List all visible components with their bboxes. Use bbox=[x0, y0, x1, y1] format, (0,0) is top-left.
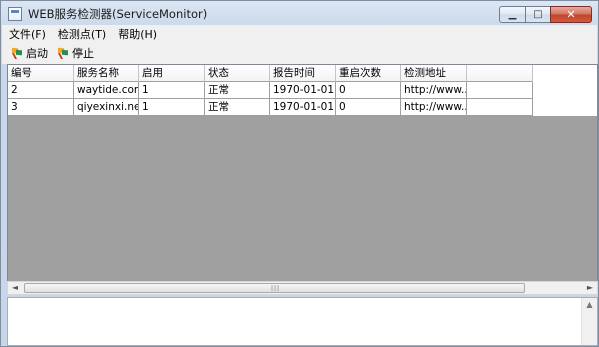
cell-enabled[interactable]: 1 bbox=[139, 82, 205, 99]
grip-icon: ||| bbox=[271, 285, 281, 292]
cell-report-time[interactable]: 1970-01-01 ... bbox=[270, 82, 336, 99]
stop-button[interactable]: 停止 bbox=[52, 45, 98, 61]
cell-report-time[interactable]: 1970-01-01 ... bbox=[270, 99, 336, 116]
grid-header: 编号 服务名称 启用 状态 报告时间 重启次数 检测地址 bbox=[8, 65, 597, 82]
cell-status[interactable]: 正常 bbox=[205, 99, 270, 116]
minimize-button[interactable]: ▁ bbox=[499, 6, 525, 23]
cell-service-name[interactable]: qiyexinxi.net bbox=[74, 99, 139, 116]
column-header-report-time[interactable]: 报告时间 bbox=[270, 65, 336, 82]
maximize-button[interactable]: □ bbox=[525, 6, 550, 23]
scroll-left-icon[interactable]: ◄ bbox=[8, 282, 22, 294]
main-window: WEB服务检测器(ServiceMonitor) ▁ □ ✕ 文件(F) 检测点… bbox=[0, 0, 599, 347]
column-header-check-url[interactable]: 检测地址 bbox=[401, 65, 467, 82]
column-header-enabled[interactable]: 启用 bbox=[139, 65, 205, 82]
cell-enabled[interactable]: 1 bbox=[139, 99, 205, 116]
maximize-icon: □ bbox=[533, 8, 543, 20]
column-header-restart-count[interactable]: 重启次数 bbox=[336, 65, 401, 82]
service-grid[interactable]: 编号 服务名称 启用 状态 报告时间 重启次数 检测地址 2 waytide.c… bbox=[7, 64, 598, 295]
cell-service-name[interactable]: waytide.com bbox=[74, 82, 139, 99]
cell-restart-count[interactable]: 0 bbox=[336, 82, 401, 99]
flag-icon bbox=[10, 46, 24, 60]
menu-checkpoint[interactable]: 检测点(T) bbox=[51, 26, 111, 42]
menu-help[interactable]: 帮助(H) bbox=[111, 26, 162, 42]
app-window-icon bbox=[8, 7, 22, 21]
title-bar[interactable]: WEB服务检测器(ServiceMonitor) ▁ □ ✕ bbox=[1, 1, 598, 25]
cell-check-url[interactable]: http://www.... bbox=[401, 82, 467, 99]
column-header-empty bbox=[467, 65, 533, 82]
close-button[interactable]: ✕ bbox=[550, 6, 592, 23]
cell-check-url[interactable]: http://www.... bbox=[401, 99, 467, 116]
table-row[interactable]: 3 qiyexinxi.net 1 正常 1970-01-01 ... 0 ht… bbox=[8, 99, 597, 116]
menu-bar: 文件(F) 检测点(T) 帮助(H) bbox=[2, 25, 597, 42]
cell-id[interactable]: 2 bbox=[8, 82, 74, 99]
close-icon: ✕ bbox=[566, 8, 576, 21]
vertical-scrollbar[interactable]: ▲ bbox=[581, 298, 597, 345]
start-button[interactable]: 启动 bbox=[2, 45, 52, 61]
cell-status[interactable]: 正常 bbox=[205, 82, 270, 99]
table-row[interactable]: 2 waytide.com 1 正常 1970-01-01 ... 0 http… bbox=[8, 82, 597, 99]
stop-label: 停止 bbox=[72, 47, 94, 60]
horizontal-scrollbar[interactable]: ◄ ||| ► bbox=[7, 281, 598, 295]
column-header-status[interactable]: 状态 bbox=[205, 65, 270, 82]
scroll-up-icon[interactable]: ▲ bbox=[582, 300, 597, 309]
menu-file[interactable]: 文件(F) bbox=[2, 26, 51, 42]
flag-icon bbox=[56, 46, 70, 60]
log-panel[interactable]: ▲ bbox=[7, 297, 598, 346]
scroll-right-icon[interactable]: ► bbox=[583, 282, 597, 294]
cell-empty bbox=[467, 99, 533, 116]
scroll-thumb[interactable]: ||| bbox=[24, 283, 525, 293]
cell-restart-count[interactable]: 0 bbox=[336, 99, 401, 116]
minimize-icon: ▁ bbox=[508, 8, 517, 20]
window-title: WEB服务检测器(ServiceMonitor) bbox=[28, 7, 208, 21]
window-controls: ▁ □ ✕ bbox=[499, 6, 592, 23]
start-label: 启动 bbox=[26, 47, 48, 60]
toolbar: 启动 停止 bbox=[2, 42, 597, 64]
cell-id[interactable]: 3 bbox=[8, 99, 74, 116]
column-header-service-name[interactable]: 服务名称 bbox=[74, 65, 139, 82]
cell-empty bbox=[467, 82, 533, 99]
column-header-id[interactable]: 编号 bbox=[8, 65, 74, 82]
